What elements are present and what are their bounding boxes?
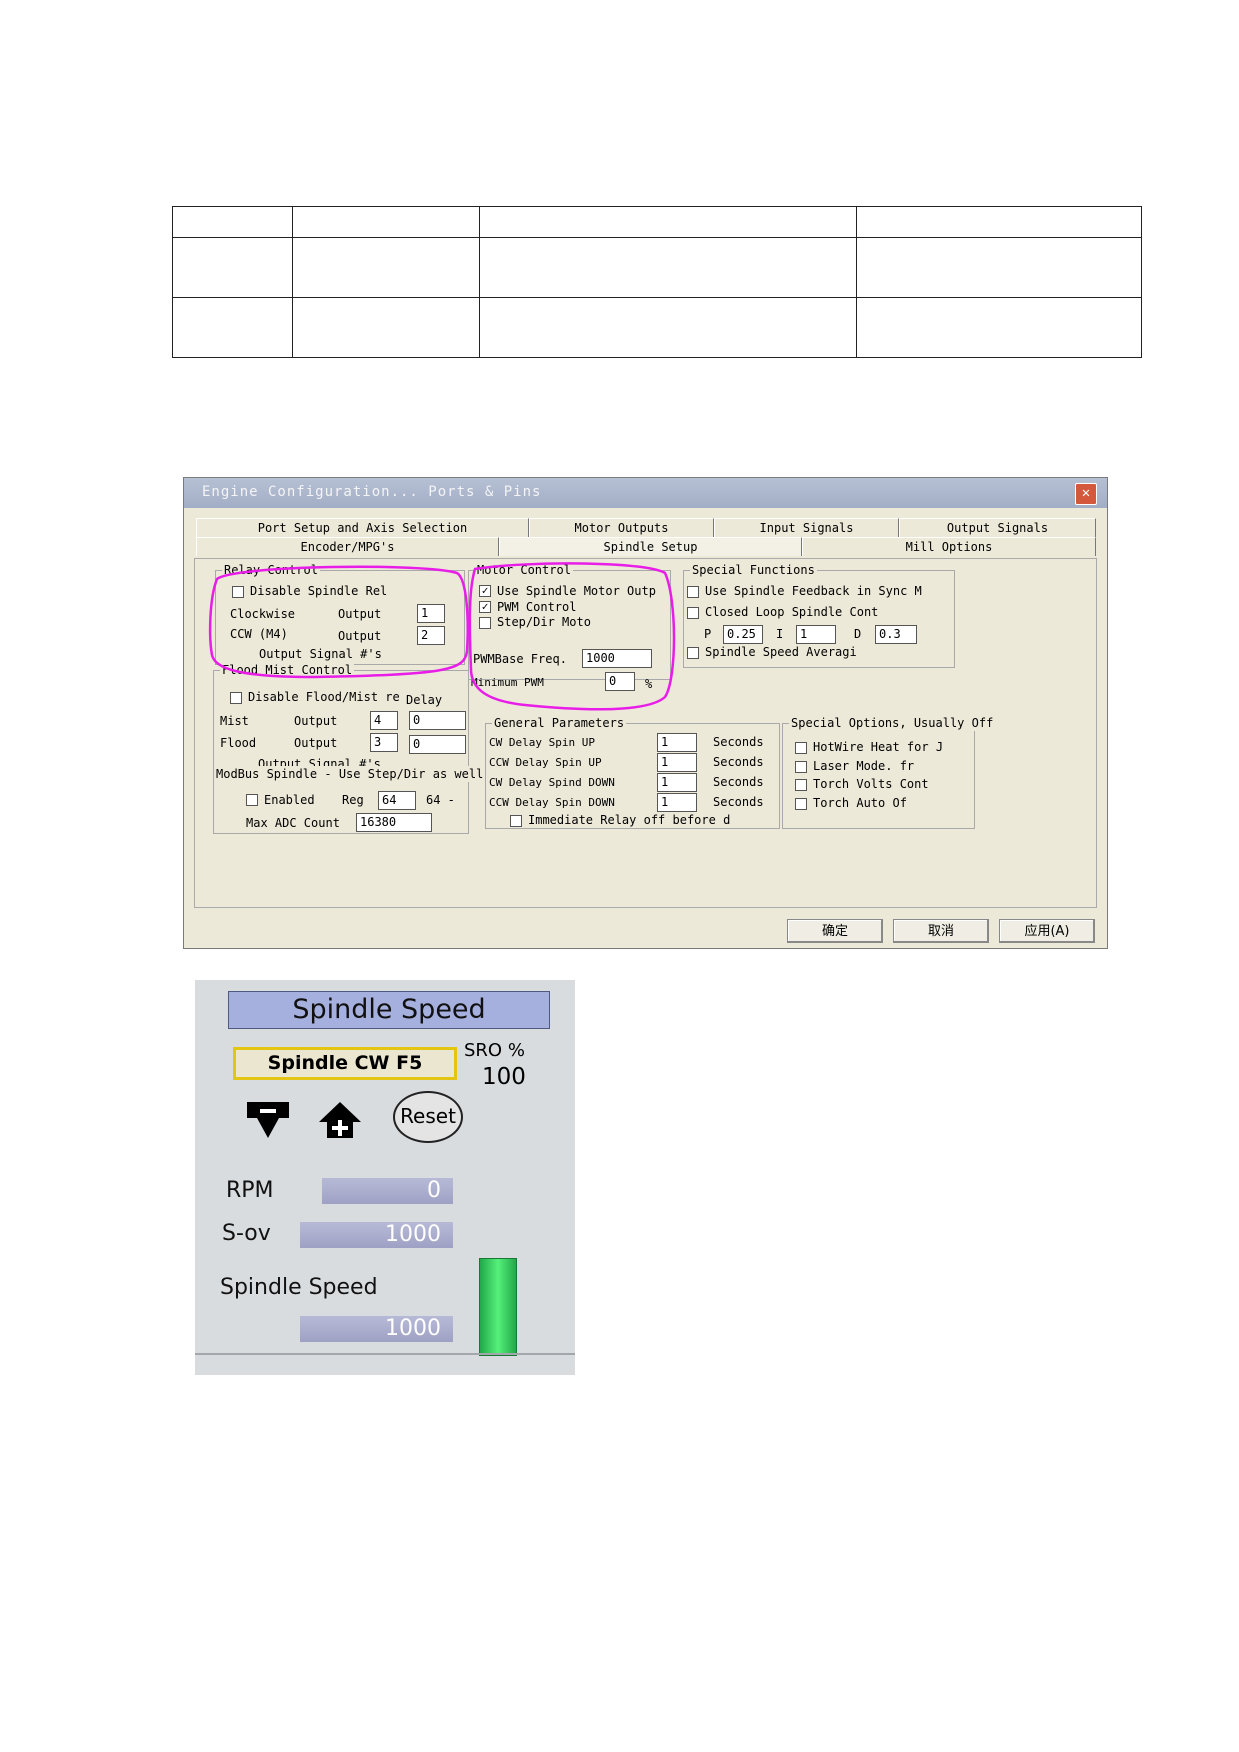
spindle-speed-panel: Spindle Speed Spindle CW F5 SRO % 100 Re…	[195, 980, 575, 1375]
tab-spindle-setup[interactable]: Spindle Setup	[499, 537, 802, 556]
title-bar[interactable]: Engine Configuration... Ports & Pins ✕	[184, 478, 1107, 508]
tab-mill-options[interactable]: Mill Options	[802, 537, 1096, 556]
sov-label: S-ov	[222, 1221, 271, 1246]
tab-motor-outputs[interactable]: Motor Outputs	[529, 518, 714, 537]
tab-input-signals[interactable]: Input Signals	[714, 518, 899, 537]
close-icon[interactable]: ✕	[1075, 483, 1097, 505]
table-cell	[856, 297, 1142, 358]
empty-table	[172, 206, 1142, 358]
divider	[195, 1353, 575, 1355]
table-cell	[292, 297, 480, 358]
table-cell	[292, 206, 480, 238]
table-cell	[479, 206, 857, 238]
sro-label: SRO %	[464, 1040, 525, 1061]
dialog-title: Engine Configuration... Ports & Pins	[202, 484, 542, 500]
apply-button[interactable]: 应用(A)	[999, 919, 1095, 943]
table-cell	[479, 297, 857, 358]
tab-port-setup[interactable]: Port Setup and Axis Selection	[196, 518, 529, 537]
table-cell	[479, 237, 857, 298]
rpm-label: RPM	[226, 1178, 274, 1203]
spindle-setup-panel: Relay Control Disable Spindle Rel Clockw…	[194, 558, 1097, 908]
engine-config-dialog: Engine Configuration... Ports & Pins ✕ P…	[183, 477, 1108, 949]
table-cell	[856, 206, 1142, 238]
table-cell	[172, 297, 293, 358]
table-cell	[172, 206, 293, 238]
panel-title: Spindle Speed	[228, 991, 550, 1029]
spindle-speed-display: 1000	[300, 1316, 453, 1342]
spindle-speed-bar	[479, 1258, 517, 1356]
sov-display: 1000	[300, 1222, 453, 1248]
tab-output-signals[interactable]: Output Signals	[899, 518, 1096, 537]
rpm-display: 0	[322, 1178, 453, 1204]
table-cell	[292, 237, 480, 298]
highlight-annotation	[208, 562, 676, 711]
ok-button[interactable]: 确定	[787, 919, 883, 943]
cancel-button[interactable]: 取消	[893, 919, 989, 943]
sro-value: 100	[482, 1064, 526, 1090]
spindle-cw-button[interactable]: Spindle CW F5	[233, 1047, 457, 1080]
arrow-up-icon[interactable]	[317, 1100, 363, 1140]
table-cell	[856, 237, 1142, 298]
reset-button[interactable]: Reset	[393, 1091, 463, 1143]
table-cell	[172, 237, 293, 298]
tab-encoder-mpg[interactable]: Encoder/MPG's	[196, 537, 499, 556]
arrow-down-icon[interactable]	[245, 1100, 291, 1140]
spindle-speed-label: Spindle Speed	[220, 1275, 378, 1300]
